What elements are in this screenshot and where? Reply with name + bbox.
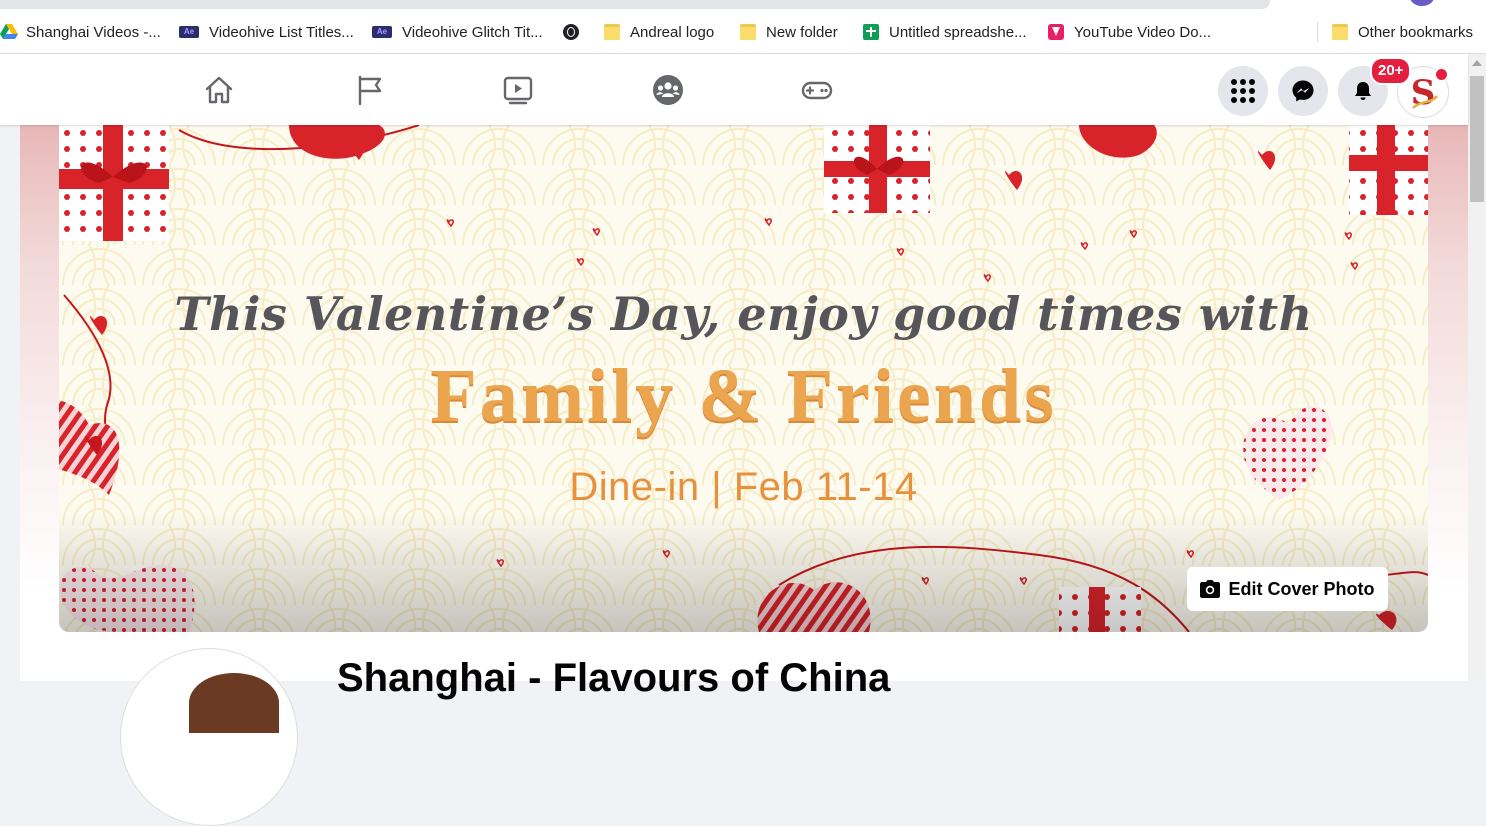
bookmark-shanghai-videos[interactable]: Shanghai Videos -... xyxy=(0,21,161,43)
other-bookmarks[interactable]: Other bookmarks xyxy=(1332,21,1473,43)
bookmark-andreal-logo[interactable]: Andreal logo xyxy=(604,21,714,43)
download-icon xyxy=(1048,24,1064,40)
cover-subtitle: Dine-in | Feb 11-14 xyxy=(59,465,1428,510)
after-effects-icon: Ae xyxy=(179,26,199,38)
browser-profile-icon[interactable] xyxy=(1410,0,1434,6)
other-bookmarks-label: Other bookmarks xyxy=(1358,24,1473,41)
home-icon xyxy=(202,73,236,107)
video-icon xyxy=(501,73,535,107)
browser-tab-strip xyxy=(0,0,1270,9)
bookmark-youtube-video-downloader[interactable]: YouTube Video Do... xyxy=(1048,21,1211,43)
camera-icon xyxy=(1200,580,1220,598)
groups-icon xyxy=(651,73,685,107)
bookmark-label: Shanghai Videos -... xyxy=(26,24,161,41)
messenger-icon xyxy=(1291,79,1315,103)
avatar-status-dot xyxy=(1434,67,1449,82)
bookmark-label: Andreal logo xyxy=(630,24,714,41)
bookmark-label: New folder xyxy=(766,24,838,41)
grid-menu-icon xyxy=(1230,78,1256,104)
top-navigation xyxy=(0,54,1468,125)
page-profile-picture[interactable] xyxy=(120,648,298,826)
bookmarks-bar: Shanghai Videos -... Ae Videohive List T… xyxy=(0,0,1486,54)
after-effects-icon: Ae xyxy=(372,26,392,38)
bookmark-videohive-glitch-titles[interactable]: Ae Videohive Glitch Tit... xyxy=(372,21,543,43)
bookmark-untitled-spreadsheet[interactable]: Untitled spreadshe... xyxy=(863,21,1027,43)
bookmark-new-folder[interactable]: New folder xyxy=(740,21,838,43)
bookmark-label: Videohive List Titles... xyxy=(209,24,354,41)
profile-picture-image xyxy=(189,673,279,733)
notification-badge: 20+ xyxy=(1370,57,1411,85)
bookmarks-separator xyxy=(1317,22,1318,42)
sheets-icon xyxy=(863,24,879,40)
scroll-up-arrow-icon[interactable] xyxy=(1472,60,1482,66)
gaming-icon xyxy=(800,73,834,107)
bookmark-videohive-list-titles[interactable]: Ae Videohive List Titles... xyxy=(179,21,354,43)
page-scrollbar[interactable] xyxy=(1468,54,1486,681)
tab-groups[interactable] xyxy=(613,54,723,125)
tab-gaming[interactable] xyxy=(762,54,872,125)
edit-cover-photo-button[interactable]: Edit Cover Photo xyxy=(1187,567,1388,611)
cover-headline: This Valentine’s Day, enjoy good times w… xyxy=(59,287,1428,341)
bookmark-label: Videohive Glitch Tit... xyxy=(402,24,543,41)
google-drive-icon xyxy=(0,24,16,40)
folder-icon xyxy=(1332,24,1348,40)
menu-button[interactable] xyxy=(1218,66,1268,116)
bell-icon xyxy=(1352,80,1374,102)
page-title: Shanghai - Flavours of China xyxy=(337,656,890,701)
bookmark-label: YouTube Video Do... xyxy=(1074,24,1211,41)
bookmark-label: Untitled spreadshe... xyxy=(889,24,1027,41)
tab-pages[interactable] xyxy=(315,54,425,125)
folder-icon xyxy=(740,24,756,40)
bookmark-globe[interactable] xyxy=(563,21,589,43)
folder-icon xyxy=(604,24,620,40)
messenger-button[interactable] xyxy=(1278,66,1328,116)
cover-photo[interactable]: This Valentine’s Day, enjoy good times w… xyxy=(59,125,1428,632)
flag-icon xyxy=(353,73,387,107)
tab-watch[interactable] xyxy=(463,54,573,125)
tab-home[interactable] xyxy=(164,54,274,125)
globe-icon xyxy=(563,24,579,40)
cover-title: Family & Friends xyxy=(59,353,1428,440)
edit-cover-label: Edit Cover Photo xyxy=(1228,579,1374,600)
scrollbar-thumb[interactable] xyxy=(1470,76,1484,202)
